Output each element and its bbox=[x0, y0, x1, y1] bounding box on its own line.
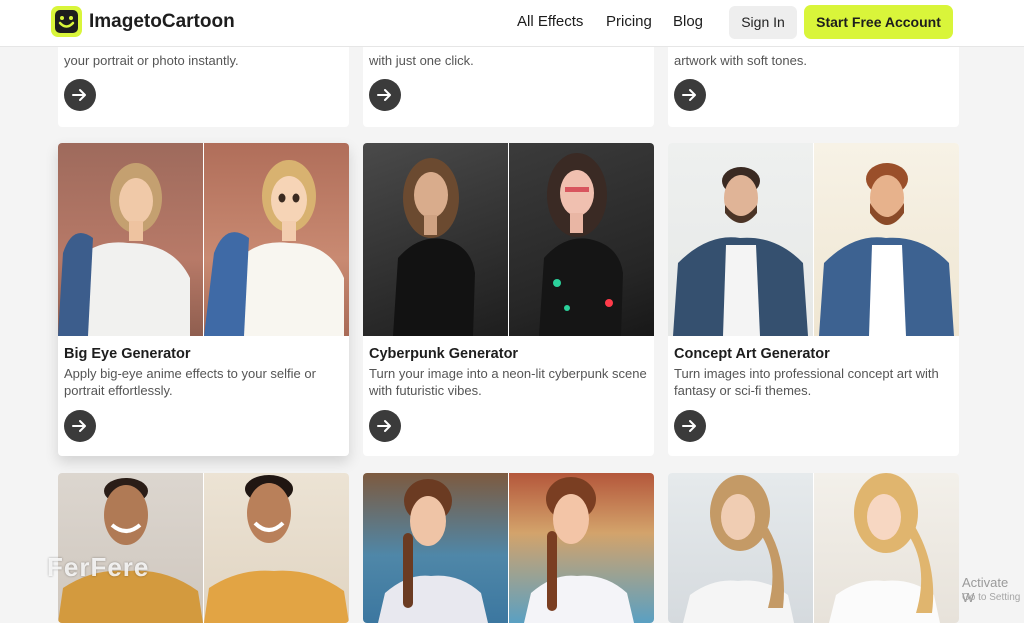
effect-card-big-eye[interactable]: Big Eye Generator Apply big-eye anime ef… bbox=[58, 143, 349, 456]
brand-name[interactable]: ImagetoCartoon bbox=[89, 11, 235, 33]
before-after-image bbox=[668, 143, 959, 336]
effect-card-concept-art[interactable]: Concept Art Generator Turn images into p… bbox=[668, 143, 959, 456]
before-after-image bbox=[363, 473, 654, 623]
before-after-image bbox=[58, 143, 349, 336]
card-description: with just one click. bbox=[369, 53, 474, 68]
card-description: Turn images into professional concept ar… bbox=[674, 366, 939, 398]
start-free-account-button[interactable]: Start Free Account bbox=[804, 5, 953, 39]
effect-card[interactable] bbox=[363, 473, 654, 623]
card-description: your portrait or photo instantly. bbox=[64, 53, 239, 68]
card-arrow-button[interactable] bbox=[674, 410, 706, 442]
top-navbar: ImagetoCartoon All Effects Pricing Blog … bbox=[0, 0, 1024, 47]
arrow-right-icon bbox=[72, 420, 86, 432]
card-arrow-button[interactable] bbox=[674, 79, 706, 111]
watermark-logo: FerFere bbox=[47, 552, 150, 582]
effect-card-cyberpunk[interactable]: Cyberpunk Generator Turn your image into… bbox=[363, 143, 654, 456]
sign-in-button[interactable]: Sign In bbox=[729, 6, 797, 39]
card-arrow-button[interactable] bbox=[369, 79, 401, 111]
effect-card[interactable] bbox=[668, 473, 959, 623]
logo-icon[interactable] bbox=[51, 6, 82, 37]
before-after-image bbox=[668, 473, 959, 623]
before-after-image bbox=[58, 473, 349, 623]
before-after-image bbox=[363, 143, 654, 336]
card-title: Concept Art Generator bbox=[674, 346, 830, 362]
nav-pricing[interactable]: Pricing bbox=[606, 13, 652, 30]
nav-blog[interactable]: Blog bbox=[673, 13, 703, 30]
arrow-right-icon bbox=[682, 420, 696, 432]
card-title: Cyberpunk Generator bbox=[369, 346, 519, 362]
arrow-right-icon bbox=[377, 420, 391, 432]
card-arrow-button[interactable] bbox=[64, 410, 96, 442]
arrow-right-icon bbox=[377, 89, 391, 101]
card-description: artwork with soft tones. bbox=[674, 53, 807, 68]
nav-all-effects[interactable]: All Effects bbox=[517, 13, 583, 30]
card-arrow-button[interactable] bbox=[369, 410, 401, 442]
arrow-right-icon bbox=[682, 89, 696, 101]
os-activate-subtext: Go to Setting bbox=[962, 592, 1021, 603]
card-description: Apply big-eye anime effects to your self… bbox=[64, 366, 316, 398]
card-description: Turn your image into a neon-lit cyberpun… bbox=[369, 366, 647, 398]
card-arrow-button[interactable] bbox=[64, 79, 96, 111]
arrow-right-icon bbox=[72, 89, 86, 101]
effect-card[interactable] bbox=[58, 473, 349, 623]
card-title: Big Eye Generator bbox=[64, 346, 191, 362]
